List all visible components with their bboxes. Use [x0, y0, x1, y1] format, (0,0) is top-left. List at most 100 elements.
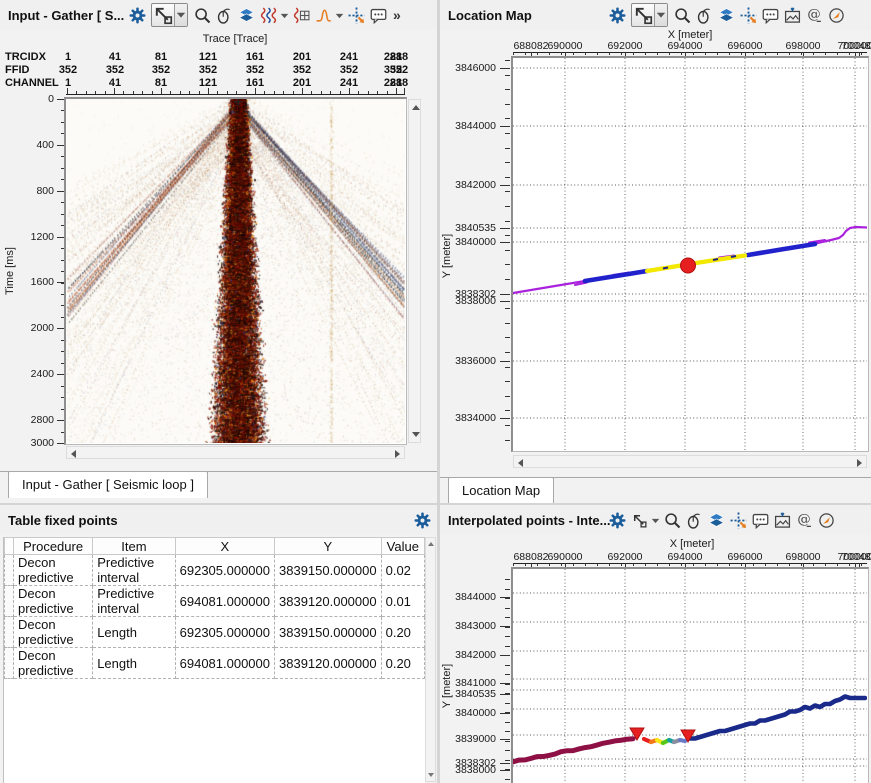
- column-header-value[interactable]: Value: [381, 538, 424, 555]
- select-mode-button[interactable]: [631, 3, 668, 27]
- table-cell[interactable]: Predictive interval: [93, 586, 175, 617]
- toolbar-overflow-icon[interactable]: »: [389, 7, 405, 23]
- zoom-magnifier-icon[interactable]: [661, 509, 683, 531]
- location-map-horizontal-scrollbar[interactable]: [513, 455, 867, 468]
- row-header-cell[interactable]: [5, 617, 14, 648]
- mouse-tools-icon[interactable]: [213, 4, 235, 26]
- column-header-x[interactable]: X: [175, 538, 274, 555]
- wiggle-display-icon[interactable]: [257, 4, 279, 26]
- table-area: Procedure Item X Y Value Decon predictiv…: [3, 537, 425, 783]
- scroll-up-arrow-icon[interactable]: [428, 542, 434, 546]
- comments-icon[interactable]: [759, 4, 781, 26]
- table-cell[interactable]: 692305.000000: [175, 555, 274, 586]
- location-map-canvas[interactable]: [513, 58, 867, 450]
- table-cell[interactable]: 0.02: [381, 555, 424, 586]
- seismic-image-viewport[interactable]: [66, 99, 405, 443]
- settings-gear-icon[interactable]: [606, 4, 628, 26]
- table-cell[interactable]: 3839150.000000: [275, 555, 382, 586]
- select-dropdown-caret-icon[interactable]: [650, 509, 661, 531]
- column-header-procedure[interactable]: Procedure: [14, 538, 93, 555]
- table-cell[interactable]: 0.01: [381, 586, 424, 617]
- scroll-right-arrow-icon[interactable]: [857, 459, 862, 467]
- select-mode-button[interactable]: [151, 3, 188, 27]
- mouse-tools-icon[interactable]: [683, 509, 705, 531]
- tick: [549, 52, 550, 55]
- settings-gear-icon[interactable]: [411, 509, 433, 531]
- curve-dropdown-caret-icon[interactable]: [334, 4, 345, 26]
- table-cell[interactable]: Decon predictive: [14, 648, 93, 679]
- select-arrow-icon[interactable]: [628, 509, 650, 531]
- select-dropdown-caret-icon[interactable]: [174, 4, 187, 26]
- table-cell[interactable]: 694081.000000: [175, 648, 274, 679]
- column-header-y[interactable]: Y: [275, 538, 382, 555]
- zoom-magnifier-icon[interactable]: [191, 4, 213, 26]
- crosshair-probe-icon[interactable]: [345, 4, 367, 26]
- table-cell[interactable]: 0.20: [381, 617, 424, 648]
- table-cell[interactable]: 0.20: [381, 648, 424, 679]
- settings-gear-icon[interactable]: [606, 509, 628, 531]
- actual-scale-icon[interactable]: @: [793, 509, 815, 531]
- location-map-toolbar: @: [606, 0, 847, 30]
- compass-icon[interactable]: [825, 4, 847, 26]
- crosshair-probe-icon[interactable]: [737, 4, 759, 26]
- interpolated-map-canvas[interactable]: [513, 569, 867, 781]
- table-cell[interactable]: Decon predictive: [14, 617, 93, 648]
- scroll-left-arrow-icon[interactable]: [71, 450, 76, 458]
- tick: [777, 563, 778, 566]
- tick: [500, 185, 510, 186]
- tick: [396, 91, 397, 94]
- export-image-icon[interactable]: [781, 4, 803, 26]
- scroll-left-arrow-icon[interactable]: [518, 459, 523, 467]
- row-header-cell[interactable]: [5, 555, 14, 586]
- crosshair-probe-icon[interactable]: [727, 509, 749, 531]
- table-cell[interactable]: Decon predictive: [14, 555, 93, 586]
- seismic-vertical-scrollbar[interactable]: [408, 99, 421, 443]
- seismic-horizontal-scrollbar[interactable]: [66, 446, 405, 459]
- scroll-down-arrow-icon[interactable]: [428, 773, 434, 777]
- row-header-cell[interactable]: [5, 586, 14, 617]
- wiggle-dropdown-caret-icon[interactable]: [279, 4, 290, 26]
- comments-icon[interactable]: [749, 509, 771, 531]
- table-cell[interactable]: Length: [93, 617, 175, 648]
- layers-icon[interactable]: [705, 509, 727, 531]
- tick: [86, 91, 87, 94]
- seismic-toolbar: »: [126, 0, 405, 30]
- actual-scale-icon[interactable]: @: [803, 4, 825, 26]
- settings-gear-icon[interactable]: [126, 4, 148, 26]
- tab-location-map[interactable]: Location Map: [448, 477, 554, 503]
- scroll-down-arrow-icon[interactable]: [412, 432, 420, 437]
- tab-seismic-gather[interactable]: Input - Gather [ Seismic loop ]: [8, 471, 208, 498]
- export-image-icon[interactable]: [771, 509, 793, 531]
- layers-icon[interactable]: [715, 4, 737, 26]
- select-dropdown-caret-icon[interactable]: [654, 4, 667, 26]
- tick: [505, 636, 510, 637]
- location-map-plot-frame: [511, 56, 869, 452]
- table-cell[interactable]: Decon predictive: [14, 586, 93, 617]
- tick: [500, 713, 510, 714]
- amplitude-curve-icon[interactable]: [312, 4, 334, 26]
- tick: [500, 694, 510, 695]
- table-cell[interactable]: 694081.000000: [175, 586, 274, 617]
- tick: [505, 712, 510, 713]
- row-header-cell[interactable]: [5, 648, 14, 679]
- scroll-up-arrow-icon[interactable]: [412, 105, 420, 110]
- tick: [283, 91, 284, 94]
- zoom-magnifier-icon[interactable]: [671, 4, 693, 26]
- table-cell[interactable]: Length: [93, 648, 175, 679]
- comments-icon[interactable]: [367, 4, 389, 26]
- layers-icon[interactable]: [235, 4, 257, 26]
- table-cell[interactable]: 692305.000000: [175, 617, 274, 648]
- tick: [505, 760, 510, 761]
- trace-table-icon[interactable]: [290, 4, 312, 26]
- table-cell[interactable]: 3839150.000000: [275, 617, 382, 648]
- table-cell[interactable]: 3839120.000000: [275, 648, 382, 679]
- active-source-marker[interactable]: [681, 258, 696, 273]
- mouse-tools-icon[interactable]: [693, 4, 715, 26]
- table-cell[interactable]: 3839120.000000: [275, 586, 382, 617]
- scroll-right-arrow-icon[interactable]: [395, 450, 400, 458]
- compass-icon[interactable]: [815, 509, 837, 531]
- table-cell[interactable]: Predictive interval: [93, 555, 175, 586]
- column-header-item[interactable]: Item: [93, 538, 175, 555]
- tick: [789, 52, 790, 55]
- table-vertical-scrollbar[interactable]: [425, 537, 436, 782]
